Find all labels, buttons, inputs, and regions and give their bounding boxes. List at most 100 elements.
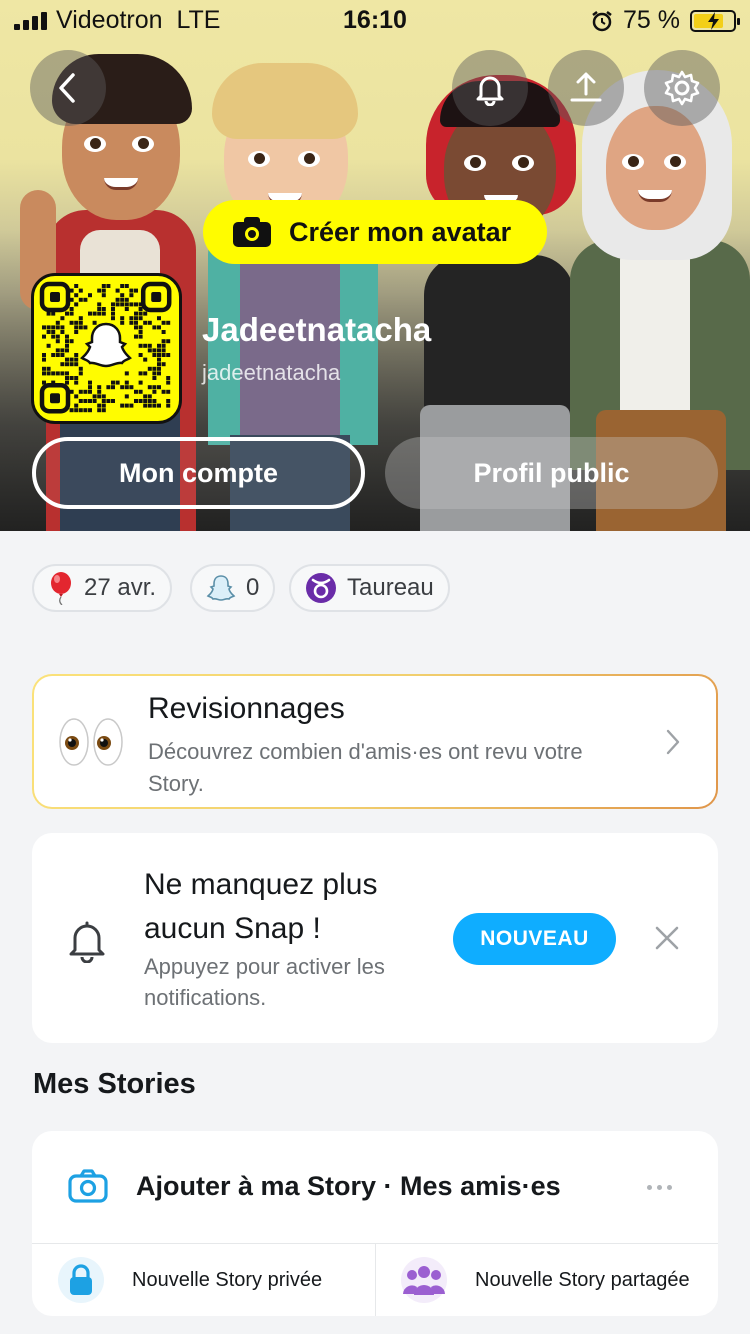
- snapcode-dot: [152, 371, 157, 376]
- snapcode-dot: [101, 394, 106, 399]
- share-button[interactable]: [548, 50, 624, 126]
- snapcode-dot: [147, 366, 152, 371]
- snapcode-dot: [166, 320, 171, 325]
- new-shared-story-button[interactable]: Nouvelle Story partagée: [401, 1244, 690, 1316]
- snapcode[interactable]: [31, 273, 182, 424]
- snapcode-dot: [74, 284, 79, 288]
- snapcode-dot: [161, 362, 166, 367]
- more-options-icon[interactable]: [647, 1185, 672, 1190]
- snapcode-dot: [111, 316, 115, 321]
- snapcode-dot: [166, 339, 171, 344]
- snapcode-dot: [74, 403, 79, 408]
- snapcode-dot: [51, 353, 56, 357]
- snapcode-dot: [111, 307, 115, 311]
- snapcode-dot: [161, 389, 166, 394]
- snapcode-dot: [46, 343, 51, 348]
- snapcode-dot: [60, 353, 65, 357]
- snapcode-dot: [124, 297, 129, 302]
- snapcode-dot: [74, 376, 79, 380]
- public-profile-button[interactable]: Profil public: [385, 437, 718, 509]
- snapcode-dot: [88, 408, 92, 413]
- snapcode-dot: [97, 385, 102, 390]
- snapcode-dot: [60, 325, 65, 330]
- snapcode-dot: [147, 399, 152, 403]
- chevron-left-icon: [59, 73, 75, 103]
- snapscore-pill[interactable]: 0: [190, 564, 276, 612]
- snapcode-dot: [124, 302, 129, 307]
- snapcode-dot: [46, 330, 51, 334]
- snapcode-dot: [138, 343, 143, 348]
- snapcode-dot: [134, 316, 138, 321]
- snapcode-dot: [69, 376, 74, 380]
- snapcode-dot: [74, 408, 79, 413]
- snapcode-dot: [124, 284, 129, 288]
- new-button[interactable]: NOUVEAU: [453, 913, 616, 965]
- snapcode-dot: [111, 311, 115, 316]
- snapcode-dot: [138, 380, 143, 385]
- close-icon[interactable]: [652, 923, 682, 953]
- snapcode-dot: [78, 408, 83, 413]
- settings-button[interactable]: [644, 50, 720, 126]
- snapcode-dot: [152, 403, 157, 408]
- zodiac-pill[interactable]: Taureau: [289, 564, 450, 612]
- snapcode-dot: [88, 399, 92, 403]
- snapcode-dot: [157, 403, 161, 408]
- snapcode-dot: [161, 339, 166, 344]
- notification-card[interactable]: Ne manquez plus aucun Snap ! Appuyez pou…: [32, 833, 718, 1043]
- birthday-pill[interactable]: 27 avr.: [32, 564, 173, 612]
- battery-charging-icon: [690, 9, 740, 32]
- snapcode-dot: [78, 288, 83, 293]
- snapcode-dot: [157, 362, 161, 367]
- add-to-story-row[interactable]: Ajouter à ma Story · Mes amis·es: [32, 1131, 718, 1243]
- create-avatar-button[interactable]: Créer mon avatar: [203, 200, 547, 264]
- snapcode-dot: [97, 394, 102, 399]
- snapcode-dot: [42, 325, 46, 330]
- snapcode-dot: [129, 316, 134, 321]
- snapcode-dot: [88, 380, 92, 385]
- notifications-button[interactable]: [452, 50, 528, 126]
- snapcode-dot: [74, 320, 79, 325]
- snapcode-dot: [78, 389, 83, 394]
- snapcode-dot: [120, 320, 125, 325]
- snapcode-dot: [152, 389, 157, 394]
- back-button[interactable]: [30, 50, 106, 126]
- snapcode-dot: [74, 330, 79, 334]
- snapcode-dot: [124, 371, 129, 376]
- snapcode-dot: [65, 334, 69, 339]
- snapcode-dot: [120, 297, 125, 302]
- snapcode-dot: [101, 293, 106, 298]
- snapcode-dot: [157, 325, 161, 330]
- snapcode-dot: [78, 297, 83, 302]
- snapcode-dot: [120, 302, 125, 307]
- snapcode-dot: [74, 353, 79, 357]
- snapcode-dot: [60, 362, 65, 367]
- my-account-button[interactable]: Mon compte: [32, 437, 365, 509]
- alarm-icon: [592, 10, 612, 31]
- snapcode-dot: [55, 320, 60, 325]
- snapcode-dot: [65, 362, 69, 367]
- snapcode-dot: [134, 320, 138, 325]
- snapcode-dot: [157, 385, 161, 390]
- snapcode-dot: [65, 380, 69, 385]
- snapscore-label: 0: [246, 574, 260, 601]
- snapcode-dot: [46, 325, 51, 330]
- snapcode-dot: [46, 371, 51, 376]
- snapcode-dot: [78, 366, 83, 371]
- snapcode-dot: [115, 380, 120, 385]
- add-to-story-label: Ajouter à ma Story · Mes amis·es: [136, 1171, 561, 1201]
- replays-card[interactable]: Revisionnages Découvrez combien d'amis·e…: [32, 674, 718, 809]
- snapcode-dot: [83, 399, 88, 403]
- snapcode-dot: [124, 394, 129, 399]
- snapcode-dot: [60, 371, 65, 376]
- snapcode-dot: [60, 316, 65, 321]
- snapcode-dot: [120, 293, 125, 298]
- snapcode-dot: [120, 385, 125, 390]
- new-private-story-button[interactable]: Nouvelle Story privée: [58, 1244, 322, 1316]
- snapcode-dot: [55, 348, 60, 353]
- snapcode-dot: [161, 330, 166, 334]
- snapcode-dot: [51, 325, 56, 330]
- snapcode-dot: [129, 288, 134, 293]
- snapcode-dot: [147, 320, 152, 325]
- snapcode-dot: [51, 334, 56, 339]
- snapcode-dot: [143, 357, 148, 362]
